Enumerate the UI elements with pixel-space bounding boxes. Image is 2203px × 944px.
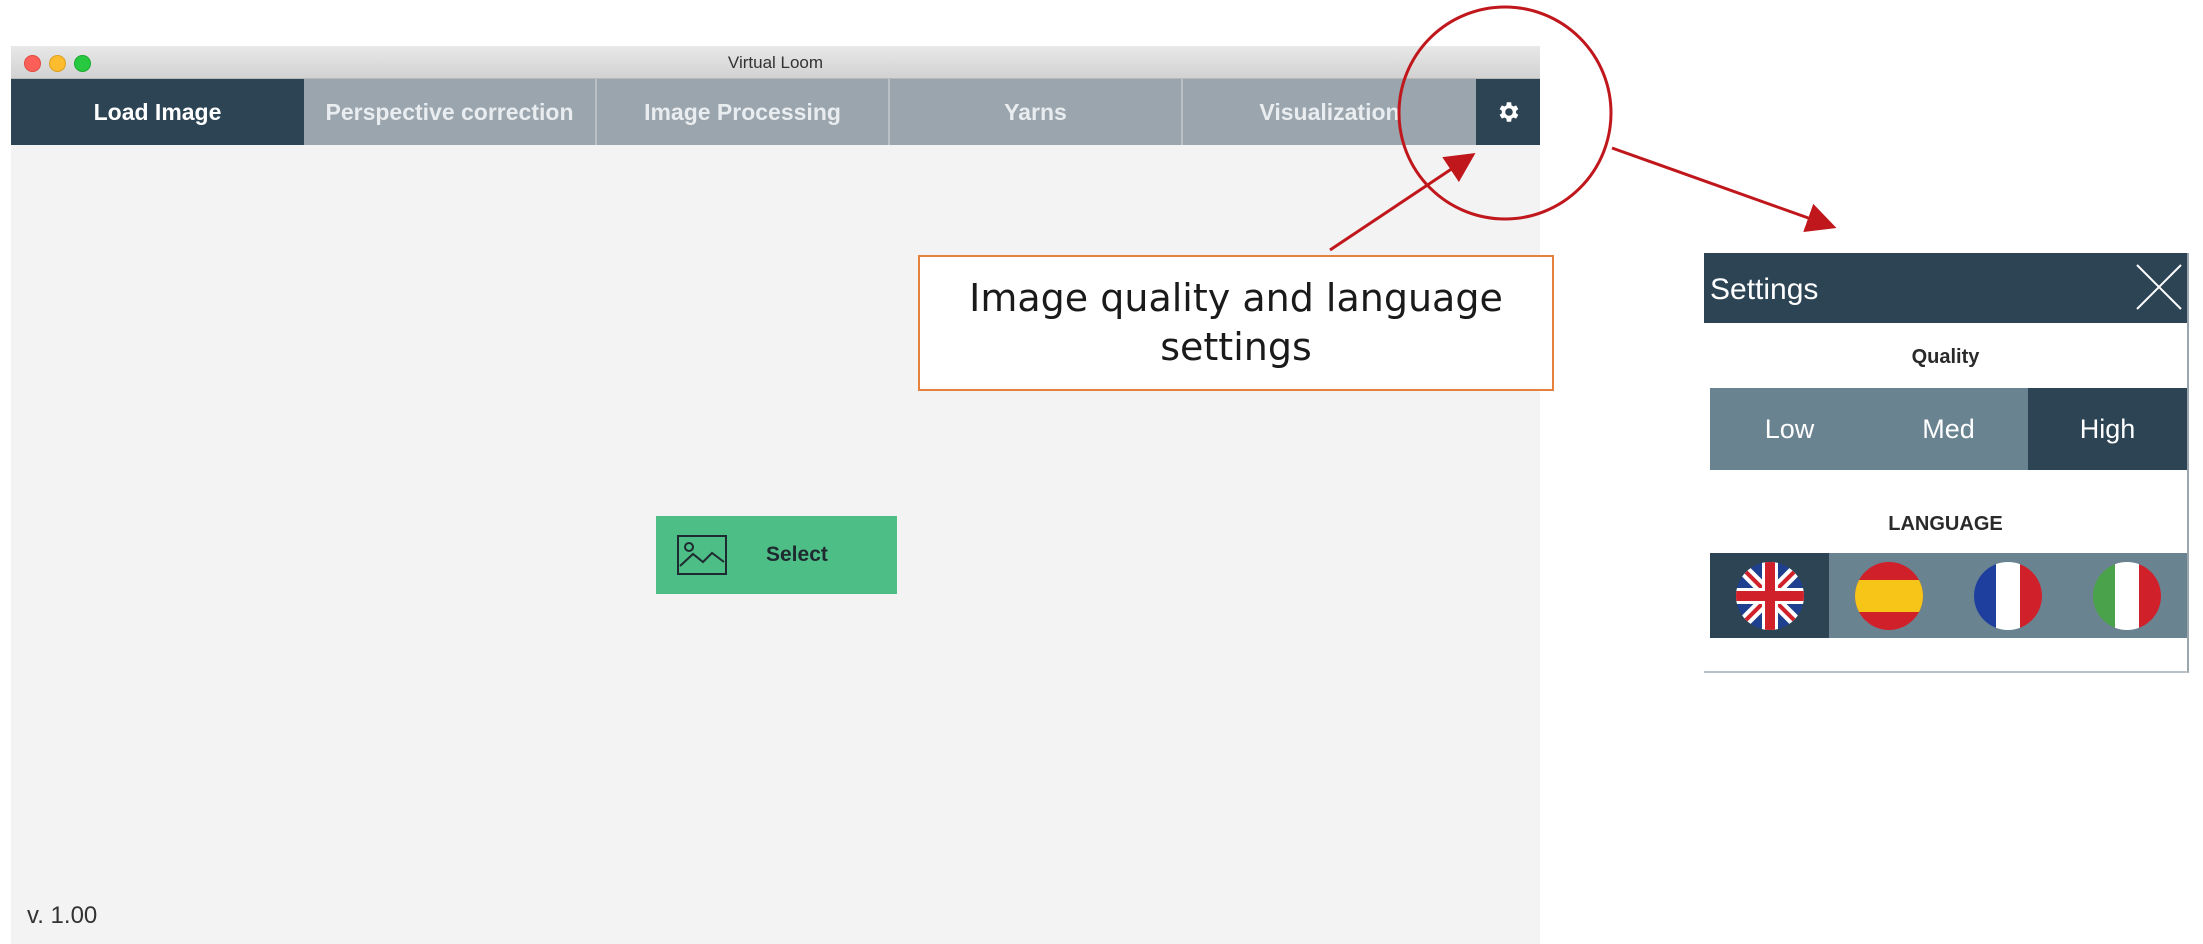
uk-flag-icon [1735, 561, 1804, 630]
settings-panel: Settings Quality Low Med High LANGUAGE [1704, 253, 2189, 673]
france-flag-icon [1974, 561, 2043, 630]
quality-low-button[interactable]: Low [1710, 388, 1869, 470]
spain-flag-icon [1854, 561, 1923, 630]
callout-arrow [1329, 153, 1476, 252]
close-icon[interactable] [2133, 261, 2185, 313]
quality-med-button[interactable]: Med [1869, 388, 2028, 470]
language-italian-button[interactable] [2068, 553, 2187, 638]
language-label: LANGUAGE [1888, 513, 2003, 535]
quality-high-button[interactable]: High [2028, 388, 2187, 470]
language-french-button[interactable] [1949, 553, 2068, 638]
settings-header: Settings [1704, 253, 2187, 323]
settings-arrow [1611, 146, 1837, 233]
language-spanish-button[interactable] [1829, 553, 1948, 638]
quality-label: Quality [1911, 346, 1980, 368]
highlight-circle [1397, 5, 1613, 221]
quality-selector: Low Med High [1710, 388, 2187, 470]
annotation-callout: Image quality and language settings [918, 255, 1554, 391]
language-english-button[interactable] [1710, 553, 1830, 638]
italy-flag-icon [2093, 561, 2162, 630]
callout-text: Image quality and language settings [969, 275, 1503, 369]
language-selector [1710, 553, 2187, 638]
settings-title: Settings [1710, 273, 1819, 306]
